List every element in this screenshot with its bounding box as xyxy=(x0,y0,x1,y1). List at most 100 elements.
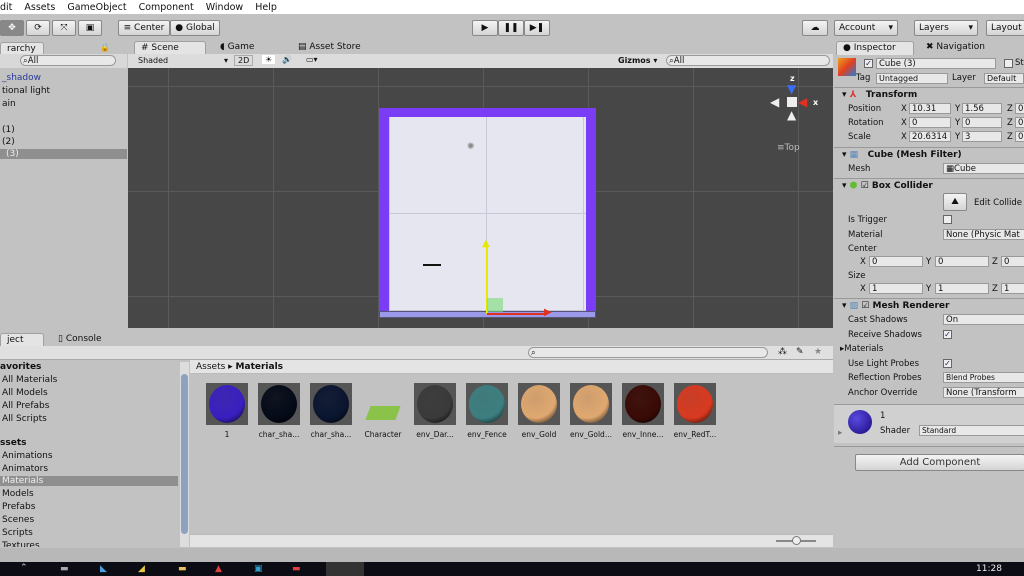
layer-dropdown[interactable]: Default xyxy=(984,73,1024,84)
active-checkbox[interactable]: ✓ xyxy=(864,59,873,68)
scale-tool-button[interactable]: ⤧ xyxy=(52,20,76,36)
mesh-renderer-header[interactable]: ▾ ▨ ☑ Mesh Renderer xyxy=(842,301,949,311)
pause-button[interactable]: ❚❚ xyxy=(498,20,524,36)
neg-x-cone-icon[interactable]: ◀ xyxy=(770,95,779,109)
pivot-center-button[interactable]: ≡ Center xyxy=(118,20,170,36)
folder-item[interactable]: Scripts xyxy=(2,528,33,538)
x-arrow-icon[interactable]: ▶ xyxy=(544,307,552,318)
favorite-item[interactable]: All Materials xyxy=(2,375,57,385)
scale-z-field[interactable]: 0 xyxy=(1015,131,1024,142)
lighting-toggle-icon[interactable]: ☀ xyxy=(262,55,276,64)
center-cube-icon[interactable] xyxy=(787,97,797,107)
favorite-star-icon[interactable]: ★ xyxy=(814,347,822,357)
folder-item[interactable]: Animations xyxy=(2,451,53,461)
folder-icon[interactable]: ▬ xyxy=(178,564,187,574)
tab-inspector[interactable]: ● Inspector xyxy=(836,41,914,55)
menu-help[interactable]: Help xyxy=(255,2,277,13)
menu-assets[interactable]: Assets xyxy=(24,2,55,13)
move-tool-button[interactable]: ✥ xyxy=(0,20,24,36)
asset-item[interactable]: char_sha... xyxy=(309,383,353,439)
transform-header[interactable]: ▾ ⅄ Transform xyxy=(842,90,917,100)
cube-object[interactable]: ✺ ▲ ▶ xyxy=(379,108,596,318)
position-y-field[interactable]: 1.56 xyxy=(962,103,1002,114)
assets-header[interactable]: ssets xyxy=(0,438,26,448)
size-y-field[interactable]: 1 xyxy=(935,283,989,294)
hierarchy-item[interactable]: (2) xyxy=(2,137,15,147)
rotation-x-field[interactable]: 0 xyxy=(909,117,951,128)
zoom-slider-handle[interactable] xyxy=(792,536,801,545)
orientation-gizmo[interactable]: z ▼ ◀ ◀ x ▲ xyxy=(768,74,828,134)
folder-item[interactable]: Models xyxy=(2,489,34,499)
scale-y-field[interactable]: 3 xyxy=(962,131,1002,142)
pivot-global-button[interactable]: ● Global xyxy=(170,20,220,36)
filter-type-icon[interactable]: ⁂ xyxy=(778,347,787,357)
center-y-field[interactable]: 0 xyxy=(935,256,989,267)
asset-item[interactable]: 1 xyxy=(205,383,249,439)
static-checkbox[interactable] xyxy=(1004,59,1013,68)
tab-project[interactable]: ject xyxy=(0,333,44,347)
x-cone-icon[interactable]: ◀ xyxy=(798,95,807,109)
hierarchy-item[interactable]: tional light xyxy=(2,86,50,96)
asset-item[interactable]: env_Dar... xyxy=(413,383,457,439)
layout-dropdown[interactable]: Layout xyxy=(986,20,1024,36)
tab-console[interactable]: ▯ Console xyxy=(52,333,108,347)
menu-edit[interactable]: dit xyxy=(0,2,12,13)
add-component-button[interactable]: Add Component xyxy=(855,454,1024,471)
app-icon[interactable]: ▲ xyxy=(215,564,222,574)
hierarchy-item[interactable]: _shadow xyxy=(2,73,41,83)
x-axis-handle[interactable] xyxy=(487,313,547,315)
favorites-header[interactable]: avorites xyxy=(0,362,41,372)
cast-shadows-dropdown[interactable]: On xyxy=(943,314,1024,325)
folder-item-selected[interactable]: Materials xyxy=(0,476,178,486)
app-icon[interactable]: ◣ xyxy=(100,564,107,574)
shading-dropdown[interactable]: Shaded ▾ xyxy=(138,56,228,65)
favorite-item[interactable]: All Models xyxy=(2,388,48,398)
step-button[interactable]: ▶❚ xyxy=(524,20,550,36)
asset-item[interactable]: env_Gold xyxy=(517,383,561,439)
hierarchy-search[interactable]: ⌕All xyxy=(20,55,116,66)
folder-item[interactable]: Scenes xyxy=(2,515,34,525)
tag-dropdown[interactable]: Untagged xyxy=(876,73,948,84)
z-cone-icon[interactable]: ▼ xyxy=(787,82,796,96)
view-label[interactable]: ≡Top xyxy=(777,143,800,153)
asset-item[interactable]: env_Inne... xyxy=(621,383,665,439)
rect-tool-button[interactable]: ▣ xyxy=(78,20,102,36)
neg-y-cone-icon[interactable]: ▲ xyxy=(787,108,796,122)
folder-item[interactable]: Textures xyxy=(2,541,40,547)
gizmos-dropdown[interactable]: Gizmos ▾ xyxy=(618,56,657,65)
unity-taskbar-icon[interactable] xyxy=(326,562,364,576)
account-dropdown[interactable]: Account ▾ xyxy=(834,20,898,36)
taskview-icon[interactable]: ▬ xyxy=(60,564,69,574)
asset-item[interactable]: env_Fence xyxy=(465,383,509,439)
folder-item[interactable]: Prefabs xyxy=(2,502,35,512)
rotate-tool-button[interactable]: ⟳ xyxy=(26,20,50,36)
object-name-field[interactable]: Cube (3) xyxy=(876,58,996,69)
box-collider-header[interactable]: ▾ ⬢ ☑ Box Collider xyxy=(842,181,933,191)
rotation-y-field[interactable]: 0 xyxy=(962,117,1002,128)
cloud-icon[interactable]: ☁ xyxy=(802,20,828,36)
effects-toggle-icon[interactable]: ▭▾ xyxy=(306,55,318,64)
tab-game[interactable]: ◖ Game xyxy=(214,41,260,55)
size-z-field[interactable]: 1 xyxy=(1001,283,1024,294)
reflection-probes-dropdown[interactable]: Blend Probes xyxy=(943,372,1024,383)
project-tree-scrollbar[interactable] xyxy=(180,362,189,547)
lock-icon[interactable]: 🔒 xyxy=(100,43,110,52)
layers-dropdown[interactable]: Layers ▾ xyxy=(914,20,978,36)
project-search[interactable]: ⌕ xyxy=(528,347,768,358)
rotation-z-field[interactable]: 0 xyxy=(1015,117,1024,128)
play-button[interactable]: ▶ xyxy=(472,20,498,36)
asset-item[interactable]: env_Gold... xyxy=(569,383,613,439)
anchor-override-field[interactable]: None (Transform xyxy=(943,387,1024,398)
is-trigger-checkbox[interactable] xyxy=(943,215,952,224)
menu-window[interactable]: Window xyxy=(206,2,243,13)
folder-item[interactable]: Animators xyxy=(2,464,48,474)
app-icon[interactable]: ◢ xyxy=(138,564,145,574)
scrollbar-thumb[interactable] xyxy=(181,374,188,534)
edit-collider-button[interactable]: ⛰ xyxy=(943,193,967,211)
hierarchy-item-selected[interactable]: (3) xyxy=(0,149,127,159)
asset-item[interactable]: char_sha... xyxy=(257,383,301,439)
asset-item[interactable]: Character xyxy=(361,383,405,439)
scene-search[interactable]: ⌕All xyxy=(666,55,830,66)
filter-label-icon[interactable]: ✎ xyxy=(796,347,804,357)
center-z-field[interactable]: 0 xyxy=(1001,256,1024,267)
